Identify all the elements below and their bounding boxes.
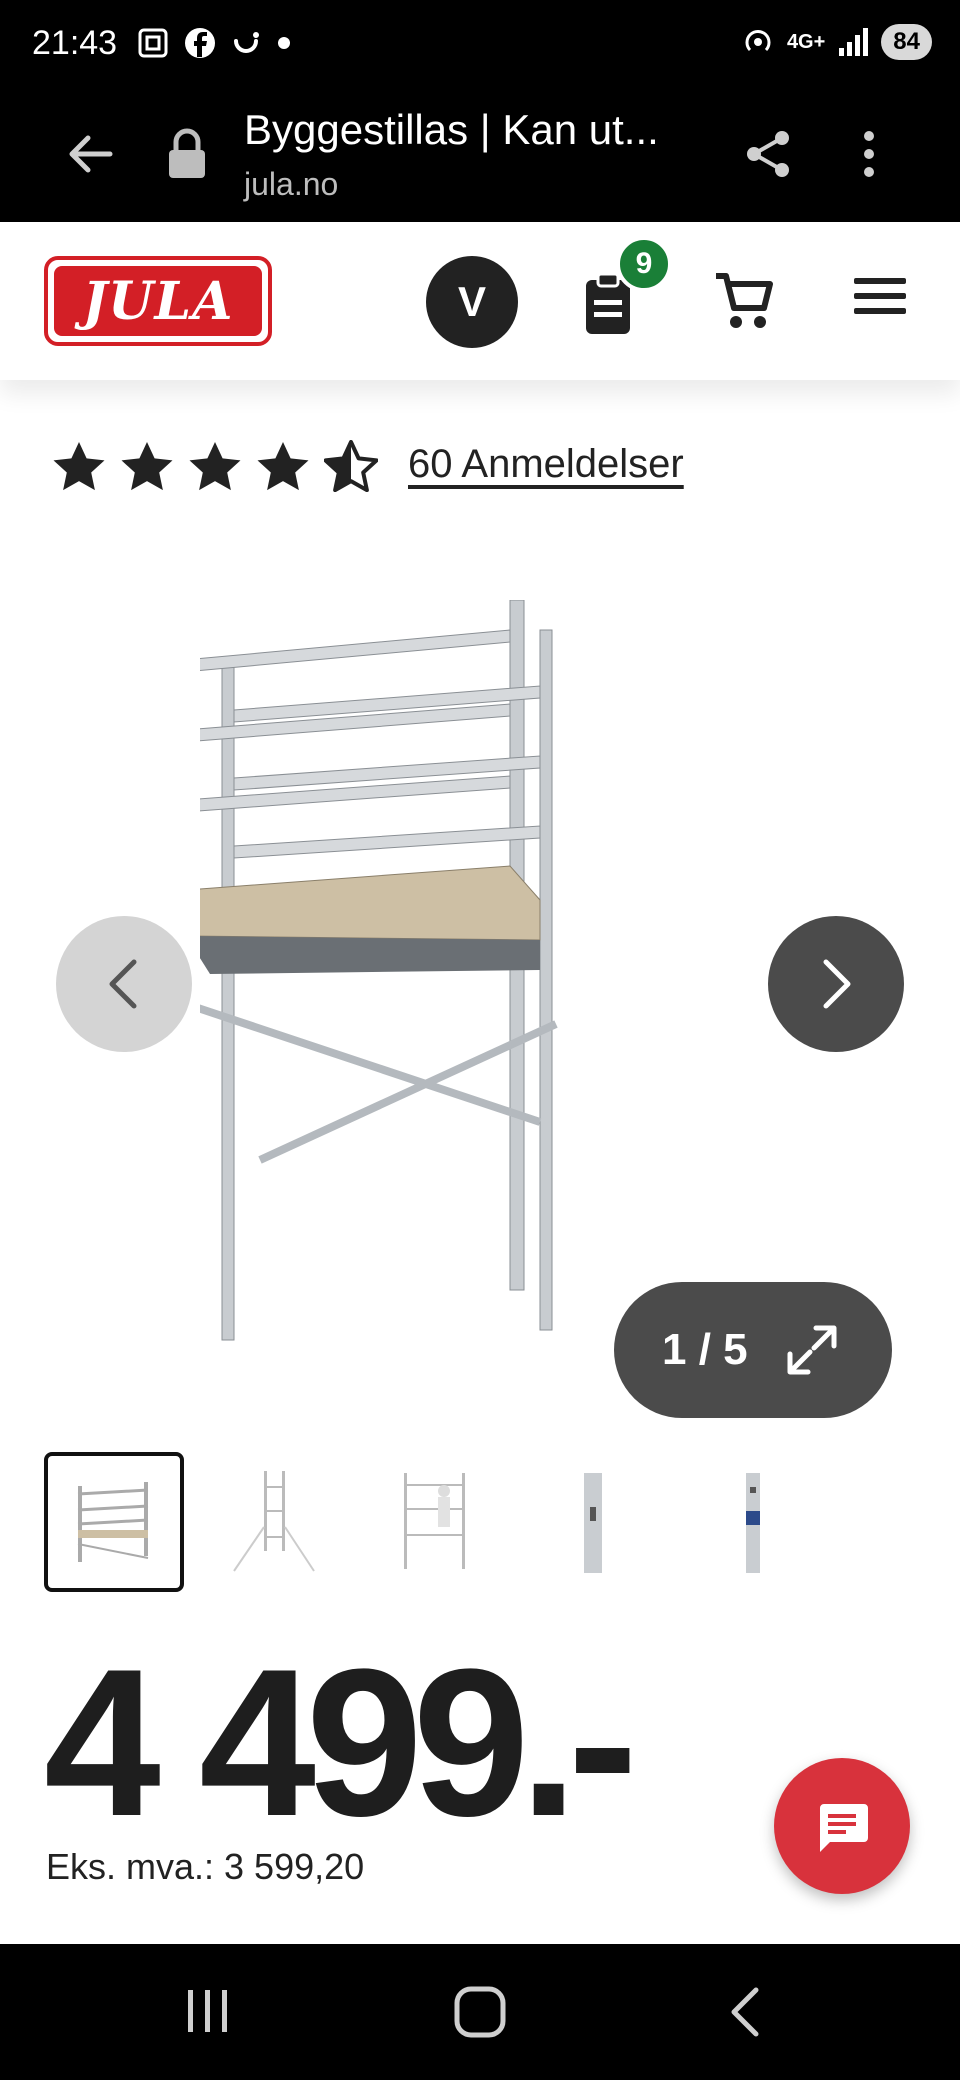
- back-arrow-icon[interactable]: [62, 126, 118, 182]
- chat-button[interactable]: [774, 1758, 910, 1894]
- lock-icon[interactable]: [164, 128, 210, 180]
- list-count-badge: 9: [616, 236, 672, 292]
- page-title[interactable]: Byggestillas | Kan ut...: [244, 106, 659, 154]
- recent-apps-icon[interactable]: [184, 1984, 232, 2038]
- thumbnail-scaffold-tower[interactable]: [204, 1452, 344, 1592]
- battery-indicator: 84: [881, 24, 932, 60]
- tube-detail-thumbnail-image: [584, 1473, 602, 1573]
- screenshot-icon: [138, 28, 168, 58]
- user-avatar[interactable]: V: [426, 256, 518, 348]
- status-system-icons: 4G+ 84: [741, 24, 932, 60]
- thumbnail-tube-label[interactable]: [684, 1452, 824, 1592]
- dot-icon: [278, 37, 290, 49]
- hotspot-icon: [745, 30, 771, 52]
- smile-icon: [234, 32, 259, 53]
- star-full-icon: [257, 442, 309, 491]
- star-full-icon: [53, 442, 105, 491]
- site-header: JULA V 9: [0, 222, 960, 380]
- chevron-right-icon: [823, 959, 851, 1009]
- page-url[interactable]: jula.no: [244, 166, 338, 203]
- nav-back-icon[interactable]: [726, 1984, 766, 2040]
- gallery-counter-fullscreen[interactable]: 1 / 5: [614, 1282, 892, 1418]
- image-counter: 1 / 5: [662, 1325, 748, 1374]
- product-price: 4 499.-: [44, 1625, 638, 1860]
- scaffold-thumbnail-image: [77, 1482, 149, 1562]
- status-bar: 21:43 4G+ 84: [0, 0, 960, 90]
- gallery-next-button[interactable]: [768, 916, 904, 1052]
- thumbnail-scaffold-with-person[interactable]: [364, 1452, 504, 1592]
- gallery-prev-button[interactable]: [56, 916, 192, 1052]
- chat-icon: [820, 1804, 868, 1852]
- jula-logo[interactable]: JULA: [44, 256, 272, 346]
- status-notification-icons: [136, 26, 292, 60]
- product-rating: [52, 440, 378, 492]
- home-icon[interactable]: [452, 1984, 508, 2040]
- status-time: 21:43: [32, 24, 118, 62]
- facebook-icon: [185, 28, 215, 58]
- logo-text: JULA: [82, 270, 234, 332]
- browser-toolbar: Byggestillas | Kan ut... jula.no: [0, 90, 960, 222]
- price-ex-vat: Eks. mva.: 3 599,20: [46, 1846, 365, 1887]
- tube-label-thumbnail-image: [746, 1473, 760, 1573]
- signal-icon: [839, 28, 869, 56]
- star-full-icon: [189, 442, 241, 491]
- scaffold-tower-thumbnail-image: [233, 1471, 315, 1572]
- reviews-link[interactable]: 60 Anmeldelser: [408, 442, 684, 487]
- product-gallery: 1 / 5: [0, 560, 960, 1418]
- network-type: 4G+: [786, 30, 826, 53]
- system-navigation-bar: [0, 1944, 960, 2080]
- rating-stars: [52, 440, 378, 492]
- chevron-left-icon: [109, 959, 137, 1009]
- thumbnail-strip: [44, 1452, 924, 1592]
- star-full-icon: [121, 442, 173, 491]
- cart-icon[interactable]: [712, 270, 774, 332]
- thumbnail-tube-detail[interactable]: [524, 1452, 664, 1592]
- thumbnail-scaffold-front[interactable]: [44, 1452, 184, 1592]
- more-options-icon[interactable]: [852, 126, 886, 182]
- scaffold-product-image[interactable]: [200, 600, 760, 1380]
- star-half-icon: [324, 440, 378, 492]
- expand-icon: [787, 1325, 837, 1375]
- hamburger-menu-icon[interactable]: [852, 274, 908, 318]
- scaffold-person-thumbnail-image: [404, 1473, 465, 1569]
- share-icon[interactable]: [740, 126, 796, 182]
